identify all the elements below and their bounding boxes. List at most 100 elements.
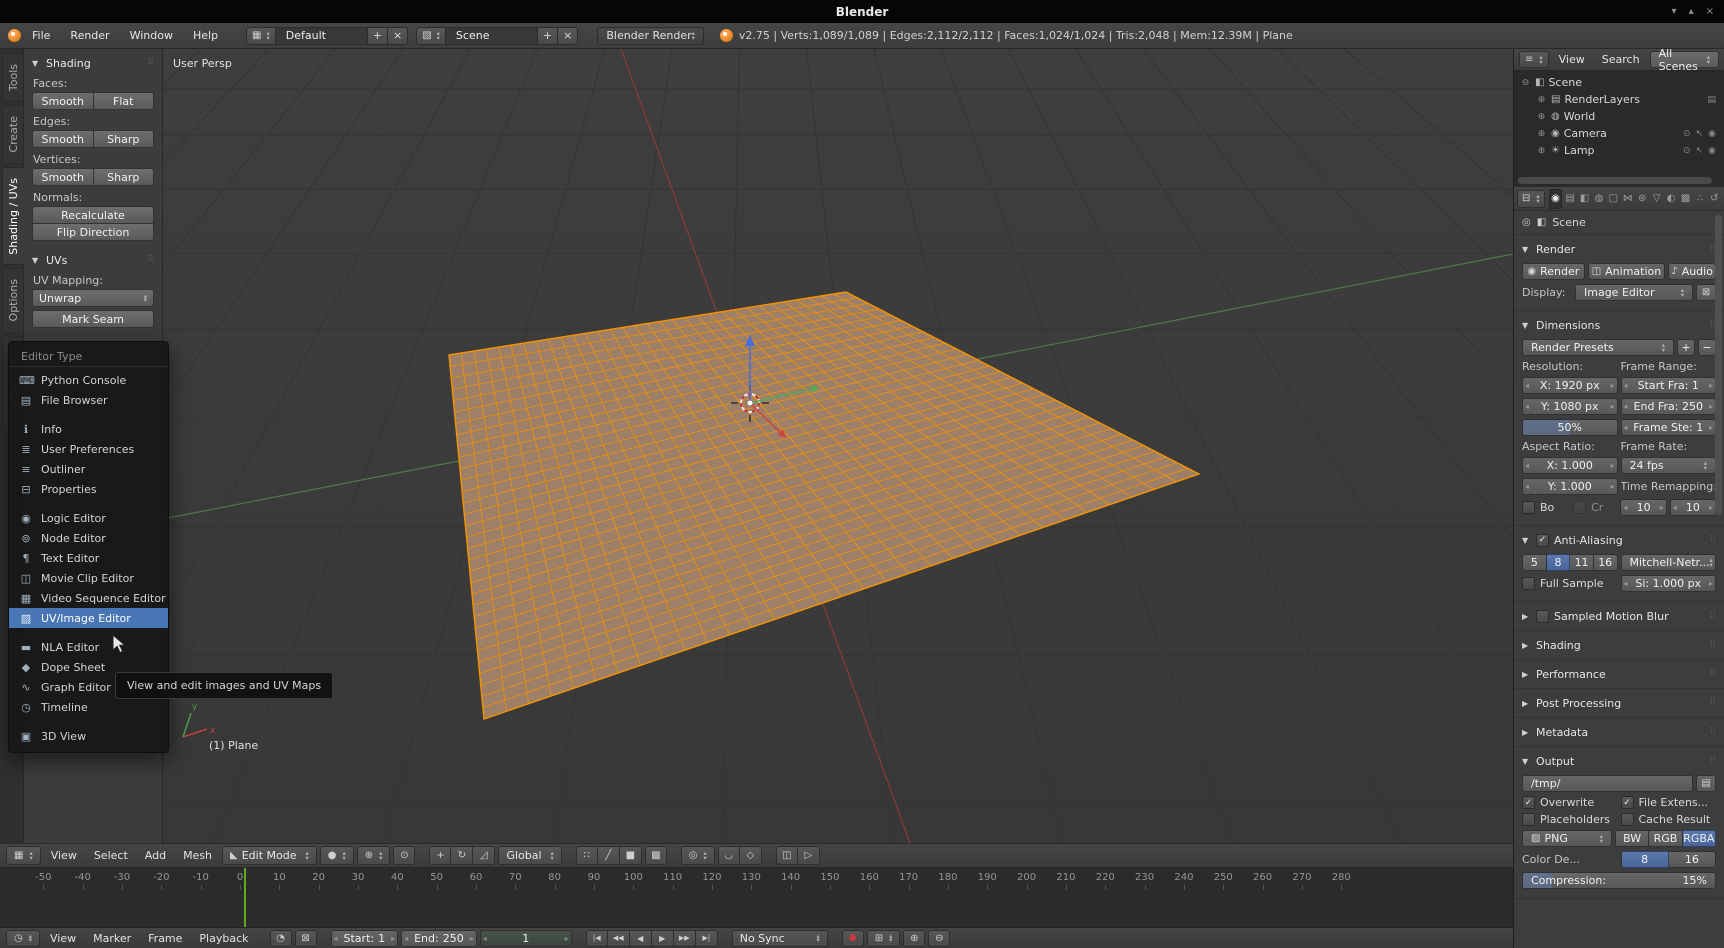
mark-seam-button[interactable]: Mark Seam <box>32 310 154 328</box>
tab-physics[interactable]: ↺ <box>1708 189 1721 209</box>
collapse-icon[interactable]: ⊖ <box>1520 78 1531 88</box>
shading-panel-header[interactable]: ▼ Shading ⠿ <box>32 54 154 72</box>
menu-select[interactable]: Select <box>87 849 135 862</box>
window-restore-icon[interactable]: ▴ <box>1689 6 1694 17</box>
vertex-select-toggle[interactable]: ∷ <box>575 846 598 865</box>
dimensions-panel-header[interactable]: ▼ Dimensions ⠿ <box>1522 315 1716 335</box>
tab-constraints[interactable]: ⋈ <box>1621 189 1634 209</box>
editor-menu-item-timeline[interactable]: ◷ Timeline <box>9 697 168 717</box>
select-toggle-icon[interactable]: ↖ <box>1696 129 1704 139</box>
outliner-item-scene[interactable]: ⊖ ◧ Scene <box>1514 74 1724 91</box>
editor-menu-item-info[interactable]: ℹ Info <box>9 419 168 439</box>
frame-step-field[interactable]: Frame Ste: 1 <box>1620 419 1716 436</box>
pin-icon[interactable]: ◎ <box>1522 217 1531 228</box>
outliner-display-mode-dropdown[interactable]: All Scenes <box>1649 47 1719 73</box>
render-toggle-icon[interactable]: ◉ <box>1708 129 1716 139</box>
viewport-shading-dropdown[interactable]: ● <box>319 846 354 865</box>
snap-element-dropdown[interactable]: ◇ <box>739 846 762 865</box>
browse-output-button[interactable]: ▤ <box>1696 775 1716 792</box>
auto-keyframe-record-button[interactable]: ● <box>841 929 864 947</box>
aa-samples-8-button[interactable]: 8 <box>1546 554 1571 571</box>
remove-preset-button[interactable]: − <box>1698 339 1716 356</box>
viewport-3d[interactable]: xy User Persp (1) Plane <box>163 49 1513 843</box>
window-close-icon[interactable]: × <box>1706 6 1714 17</box>
aspect-x-field[interactable]: X: 1.000 <box>1522 457 1618 474</box>
audio-button[interactable]: ♪ Audio <box>1668 263 1716 280</box>
editor-menu-item-python-console[interactable]: ⌨ Python Console <box>9 370 168 390</box>
cache-result-checkbox[interactable] <box>1620 813 1634 826</box>
menu-frame[interactable]: Frame <box>141 932 189 945</box>
hide-toggle-icon[interactable]: ⊙ <box>1683 146 1691 156</box>
output-path-field[interactable]: /tmp/ <box>1522 775 1693 792</box>
editor-menu-item-uv-image-editor[interactable]: ▨ UV/Image Editor <box>9 608 168 628</box>
delete-layout-button[interactable]: × <box>387 26 409 45</box>
scene-browse-button[interactable]: ▧ <box>416 26 446 45</box>
menu-view[interactable]: View <box>44 849 84 862</box>
metadata-header[interactable]: ▶ Metadata ⠿ <box>1522 722 1716 742</box>
opengl-render-image-button[interactable]: ◫ <box>775 846 798 865</box>
timeline-ruler[interactable]: -50 -40 -30 -20 -10 0 10 20 30 40 50 60 70 80 90 100 110… <box>0 868 1513 928</box>
current-frame-marker[interactable] <box>243 868 246 927</box>
delete-keyframe-button[interactable]: ⊖ <box>928 929 951 947</box>
edge-select-toggle[interactable]: ╱ <box>597 846 620 865</box>
tab-render[interactable]: ◉ <box>1548 188 1563 209</box>
lock-time-cursor-toggle[interactable]: ⊠ <box>294 929 317 947</box>
sampled-motion-blur-checkbox[interactable] <box>1536 609 1549 623</box>
output-panel-header[interactable]: ▼ Output ⠿ <box>1522 751 1716 771</box>
resolution-percentage-slider[interactable]: 50% <box>1522 419 1618 436</box>
pixel-filter-dropdown[interactable]: Mitchell-Netr... <box>1620 554 1716 571</box>
add-preset-button[interactable]: + <box>1677 339 1695 356</box>
outliner-editor-type-button[interactable]: ≡ <box>1519 51 1549 68</box>
uvs-panel-header[interactable]: ▼ UVs ⠿ <box>32 251 154 269</box>
vertices-sharp-button[interactable]: Sharp <box>92 168 154 186</box>
outliner-item-camera[interactable]: ⊕ ◉ Camera ⊙ ↖ ◉ <box>1514 125 1724 142</box>
add-scene-button[interactable]: + <box>537 26 559 45</box>
editor-menu-item-properties[interactable]: ⊟ Properties <box>9 479 168 499</box>
menu-render[interactable]: Render <box>61 26 118 45</box>
editor-menu-item-video-sequence-editor[interactable]: ▦ Video Sequence Editor <box>9 588 168 608</box>
edges-smooth-button[interactable]: Smooth <box>32 130 94 148</box>
menu-playback[interactable]: Playback <box>192 932 255 945</box>
editor-menu-item-node-editor[interactable]: ⊚ Node Editor <box>9 528 168 548</box>
frame-end-field[interactable]: End Fra: 250 <box>1620 398 1716 415</box>
manipulator-scale-toggle[interactable]: ◿ <box>473 846 496 865</box>
resolution-y-field[interactable]: Y: 1080 px <box>1522 398 1618 415</box>
tab-world[interactable]: ◍ <box>1592 189 1605 209</box>
editor-menu-item-user-preferences[interactable]: ≣ User Preferences <box>9 439 168 459</box>
faces-flat-button[interactable]: Flat <box>92 92 154 110</box>
menu-help[interactable]: Help <box>184 26 227 45</box>
frame-rate-dropdown[interactable]: 24 fps <box>1620 457 1716 474</box>
render-presets-dropdown[interactable]: Render Presets <box>1522 339 1674 356</box>
tab-particles[interactable]: ∴ <box>1693 189 1706 209</box>
toolshelf-tab-shading-uvs[interactable]: Shading / UVs <box>2 166 24 266</box>
select-toggle-icon[interactable]: ↖ <box>1696 146 1704 156</box>
editor-menu-item-text-editor[interactable]: ¶ Text Editor <box>9 548 168 568</box>
screen-layout-name-field[interactable]: Default <box>275 26 368 45</box>
add-layout-button[interactable]: + <box>367 26 388 45</box>
outliner-item-renderlayers[interactable]: ⊕ ▤ RenderLayers ▤ <box>1514 91 1724 108</box>
expand-icon[interactable]: ⊕ <box>1536 146 1547 156</box>
interaction-mode-dropdown[interactable]: ◣ Edit Mode <box>222 846 317 865</box>
file-extensions-checkbox[interactable] <box>1620 796 1634 809</box>
color-depth-8-button[interactable]: 8 <box>1620 851 1669 868</box>
occlude-geometry-toggle[interactable]: ▩ <box>644 846 667 865</box>
tab-texture[interactable]: ▩ <box>1679 189 1692 209</box>
border-checkbox[interactable] <box>1522 501 1535 514</box>
end-frame-field[interactable]: End: 250 <box>401 929 477 947</box>
post-processing-header[interactable]: ▶ Post Processing ⠿ <box>1522 693 1716 713</box>
resolution-x-field[interactable]: X: 1920 px <box>1522 377 1618 394</box>
properties-editor-type-button[interactable]: ⊟ <box>1517 189 1545 208</box>
menu-search[interactable]: Search <box>1595 53 1647 66</box>
faces-smooth-button[interactable]: Smooth <box>32 92 94 110</box>
anti-aliasing-checkbox[interactable] <box>1536 533 1549 547</box>
properties-scrollbar[interactable] <box>1715 215 1722 515</box>
menu-add[interactable]: Add <box>138 849 173 862</box>
pivot-center-dropdown[interactable]: ⊕ <box>356 846 391 865</box>
tab-object[interactable]: □ <box>1607 189 1620 209</box>
orientation-dropdown[interactable]: Global <box>498 846 562 865</box>
menu-mesh[interactable]: Mesh <box>176 849 219 862</box>
tab-render-layers[interactable]: ▤ <box>1563 189 1576 209</box>
anti-aliasing-panel-header[interactable]: ▼ Anti-Aliasing ⠿ <box>1522 530 1716 550</box>
manipulator-rotate-toggle[interactable]: ↻ <box>451 846 474 865</box>
tab-material[interactable]: ◐ <box>1664 189 1677 209</box>
